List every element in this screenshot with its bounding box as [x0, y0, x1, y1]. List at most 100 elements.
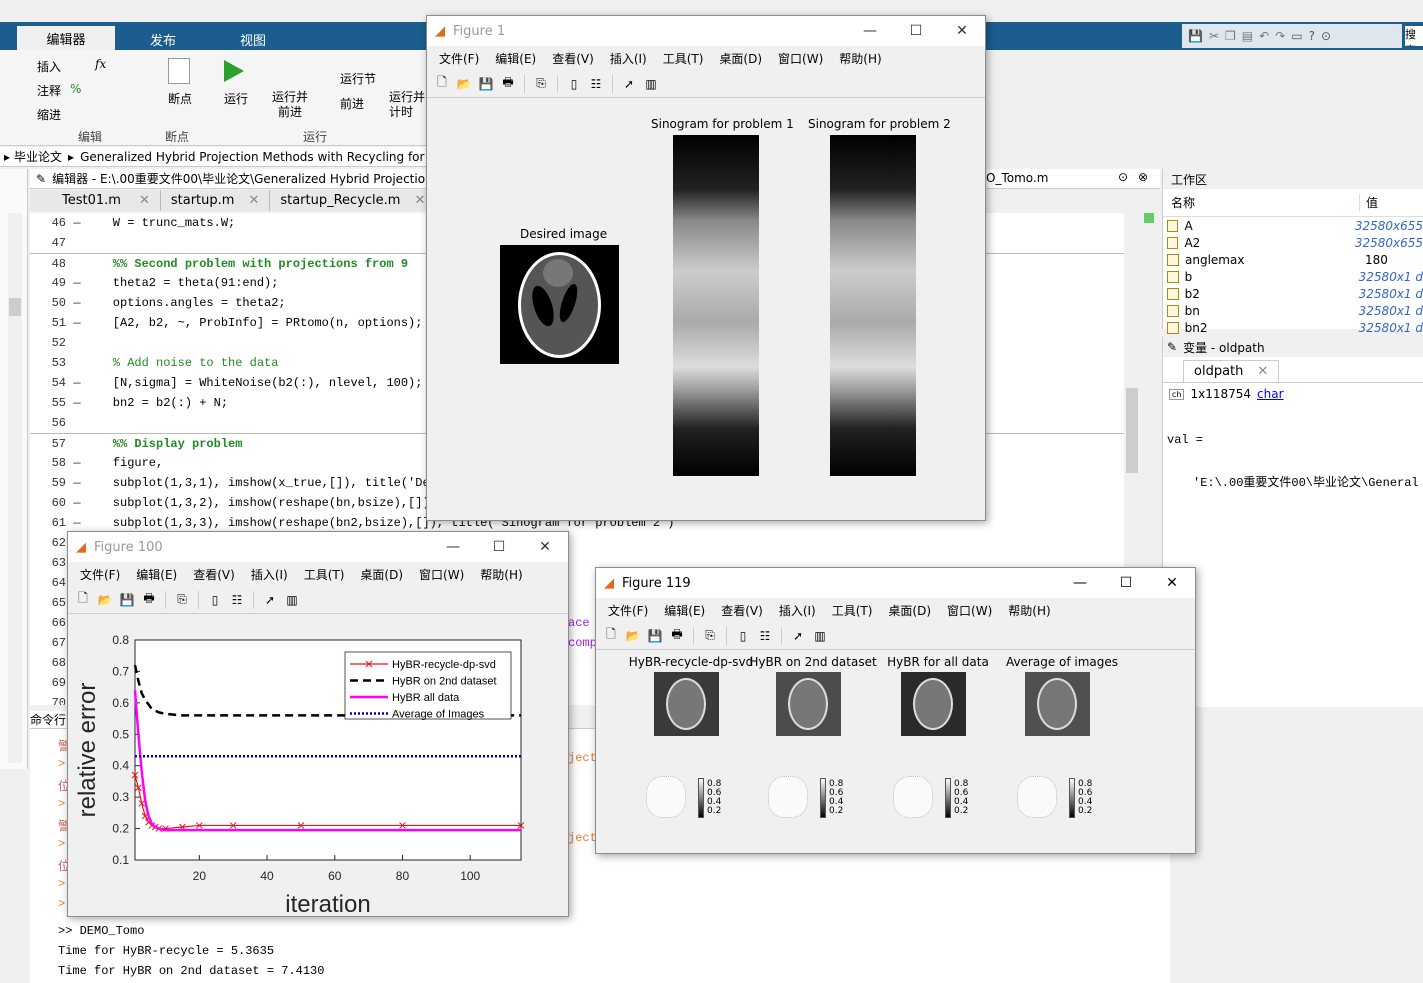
- line-number[interactable]: 54: [30, 376, 70, 390]
- breakpoints-icon[interactable]: [168, 58, 190, 84]
- run-icon[interactable]: [224, 60, 244, 82]
- figure-menu-item[interactable]: 插入(I): [251, 566, 288, 583]
- new-file-icon[interactable]: 🗋: [74, 591, 92, 609]
- close-icon[interactable]: ✕: [522, 532, 568, 562]
- save-icon[interactable]: 💾: [646, 627, 664, 645]
- figure-menu-item[interactable]: 工具(T): [663, 50, 704, 67]
- workspace-col-value[interactable]: 值: [1359, 194, 1378, 211]
- new-file-icon[interactable]: 🗋: [602, 627, 620, 645]
- figure-menu-item[interactable]: 编辑(E): [664, 602, 705, 619]
- line-number[interactable]: 64: [30, 576, 70, 590]
- close-icon[interactable]: ✕: [139, 193, 150, 208]
- percent-icon[interactable]: %: [70, 82, 81, 96]
- line-number[interactable]: 48: [30, 257, 70, 271]
- breakpoint-gutter[interactable]: —: [70, 516, 84, 530]
- figure-menu-item[interactable]: 编辑(E): [136, 566, 177, 583]
- line-number[interactable]: 53: [30, 356, 70, 370]
- search-input[interactable]: 搜索: [1405, 26, 1423, 46]
- insert-button[interactable]: 插入: [37, 58, 61, 75]
- line-number[interactable]: 61: [30, 516, 70, 530]
- figure-menu-item[interactable]: 插入(I): [779, 602, 816, 619]
- options-icon[interactable]: ⊙: [1321, 29, 1331, 43]
- line-number[interactable]: 60: [30, 496, 70, 510]
- run-button[interactable]: 运行: [224, 90, 248, 107]
- editor-dropdown-icon[interactable]: ⊙: [1118, 170, 1128, 184]
- figure-menu-item[interactable]: 桌面(D): [719, 50, 762, 67]
- ribbon-tab-publish[interactable]: 发布: [150, 30, 176, 49]
- colorbar-icon[interactable]: ▯: [565, 75, 583, 93]
- paste-icon[interactable]: ▤: [1242, 29, 1253, 43]
- run-advance-button[interactable]: 运行并 前进: [272, 90, 308, 120]
- line-number[interactable]: 65: [30, 596, 70, 610]
- line-number[interactable]: 59: [30, 476, 70, 490]
- breakpoint-gutter[interactable]: —: [70, 376, 84, 390]
- switch-windows-icon[interactable]: ▭: [1291, 29, 1302, 43]
- workspace-row[interactable]: bn 32580x1 d: [1163, 302, 1423, 319]
- tab-test01[interactable]: Test01.m ✕: [52, 190, 161, 211]
- scroll-thumb[interactable]: [1126, 388, 1138, 473]
- figure-menu-item[interactable]: 窗口(W): [419, 566, 464, 583]
- breakpoint-gutter[interactable]: —: [70, 396, 84, 410]
- pointer-icon[interactable]: ➚: [789, 627, 807, 645]
- line-number[interactable]: 69: [30, 676, 70, 690]
- property-editor-icon[interactable]: ▥: [811, 627, 829, 645]
- close-icon[interactable]: ✕: [414, 193, 425, 208]
- open-folder-icon[interactable]: 📂: [624, 627, 642, 645]
- figure-menu-item[interactable]: 桌面(D): [888, 602, 931, 619]
- variable-type-link[interactable]: char: [1257, 387, 1284, 401]
- figure-menu-item[interactable]: 查看(V): [721, 602, 763, 619]
- breakpoint-gutter[interactable]: —: [70, 216, 84, 230]
- advance-button[interactable]: 前进: [340, 95, 364, 112]
- workspace-row[interactable]: anglemax 180: [1163, 251, 1423, 268]
- help-icon[interactable]: ?: [1309, 29, 1315, 43]
- line-number[interactable]: 63: [30, 556, 70, 570]
- cut-icon[interactable]: ✂: [1209, 29, 1219, 43]
- new-file-icon[interactable]: 🗋: [433, 75, 451, 93]
- line-number[interactable]: 57: [30, 437, 70, 451]
- tab-startup-recycle[interactable]: startup_Recycle.m ✕: [270, 190, 437, 211]
- figure-menu-item[interactable]: 查看(V): [552, 50, 594, 67]
- pointer-icon[interactable]: ➚: [620, 75, 638, 93]
- figure-menu-item[interactable]: 窗口(W): [778, 50, 823, 67]
- open-folder-icon[interactable]: 📂: [96, 591, 114, 609]
- breakpoint-gutter[interactable]: —: [70, 276, 84, 290]
- property-editor-icon[interactable]: ▥: [642, 75, 660, 93]
- save-icon[interactable]: 💾: [477, 75, 495, 93]
- link-plot-icon[interactable]: ⎘: [701, 627, 719, 645]
- line-number[interactable]: 52: [30, 336, 70, 350]
- figure-menu-item[interactable]: 帮助(H): [480, 566, 522, 583]
- breakpoints-button[interactable]: 断点: [168, 90, 192, 107]
- pointer-icon[interactable]: ➚: [261, 591, 279, 609]
- figure-menu-item[interactable]: 帮助(H): [839, 50, 881, 67]
- close-icon[interactable]: ✕: [1257, 364, 1268, 379]
- run-time-button[interactable]: 运行并 计时: [389, 90, 425, 120]
- colorbar-icon[interactable]: ▯: [206, 591, 224, 609]
- editor-right-tab[interactable]: O_Tomo.m: [986, 171, 1048, 185]
- figure-menu-item[interactable]: 插入(I): [610, 50, 647, 67]
- figure-menu-item[interactable]: 帮助(H): [1008, 602, 1050, 619]
- line-number[interactable]: 70: [30, 696, 70, 705]
- link-plot-icon[interactable]: ⎘: [532, 75, 550, 93]
- save-icon[interactable]: 💾: [1188, 29, 1203, 43]
- line-number[interactable]: 50: [30, 296, 70, 310]
- minimize-icon[interactable]: —: [1057, 568, 1103, 598]
- line-number[interactable]: 51: [30, 316, 70, 330]
- run-section-button[interactable]: 运行节: [340, 70, 376, 87]
- breakpoint-gutter[interactable]: —: [70, 456, 84, 470]
- line-number[interactable]: 62: [30, 536, 70, 550]
- property-editor-icon[interactable]: ▥: [283, 591, 301, 609]
- figure-menu-item[interactable]: 查看(V): [193, 566, 235, 583]
- indent-button[interactable]: 缩进: [37, 106, 61, 123]
- comment-button[interactable]: 注释: [37, 82, 61, 99]
- figure-menu-item[interactable]: 文件(F): [80, 566, 120, 583]
- figure-menu-item[interactable]: 桌面(D): [360, 566, 403, 583]
- legend-icon[interactable]: ☷: [587, 75, 605, 93]
- line-number[interactable]: 46: [30, 216, 70, 230]
- workspace-row[interactable]: bn2 32580x1 d: [1163, 319, 1423, 336]
- figure-menu-item[interactable]: 工具(T): [304, 566, 345, 583]
- undo-icon[interactable]: ↶: [1259, 29, 1269, 43]
- figure-menu-item[interactable]: 文件(F): [608, 602, 648, 619]
- line-number[interactable]: 66: [30, 616, 70, 630]
- figure-menu-item[interactable]: 编辑(E): [495, 50, 536, 67]
- figure-menu-item[interactable]: 工具(T): [832, 602, 873, 619]
